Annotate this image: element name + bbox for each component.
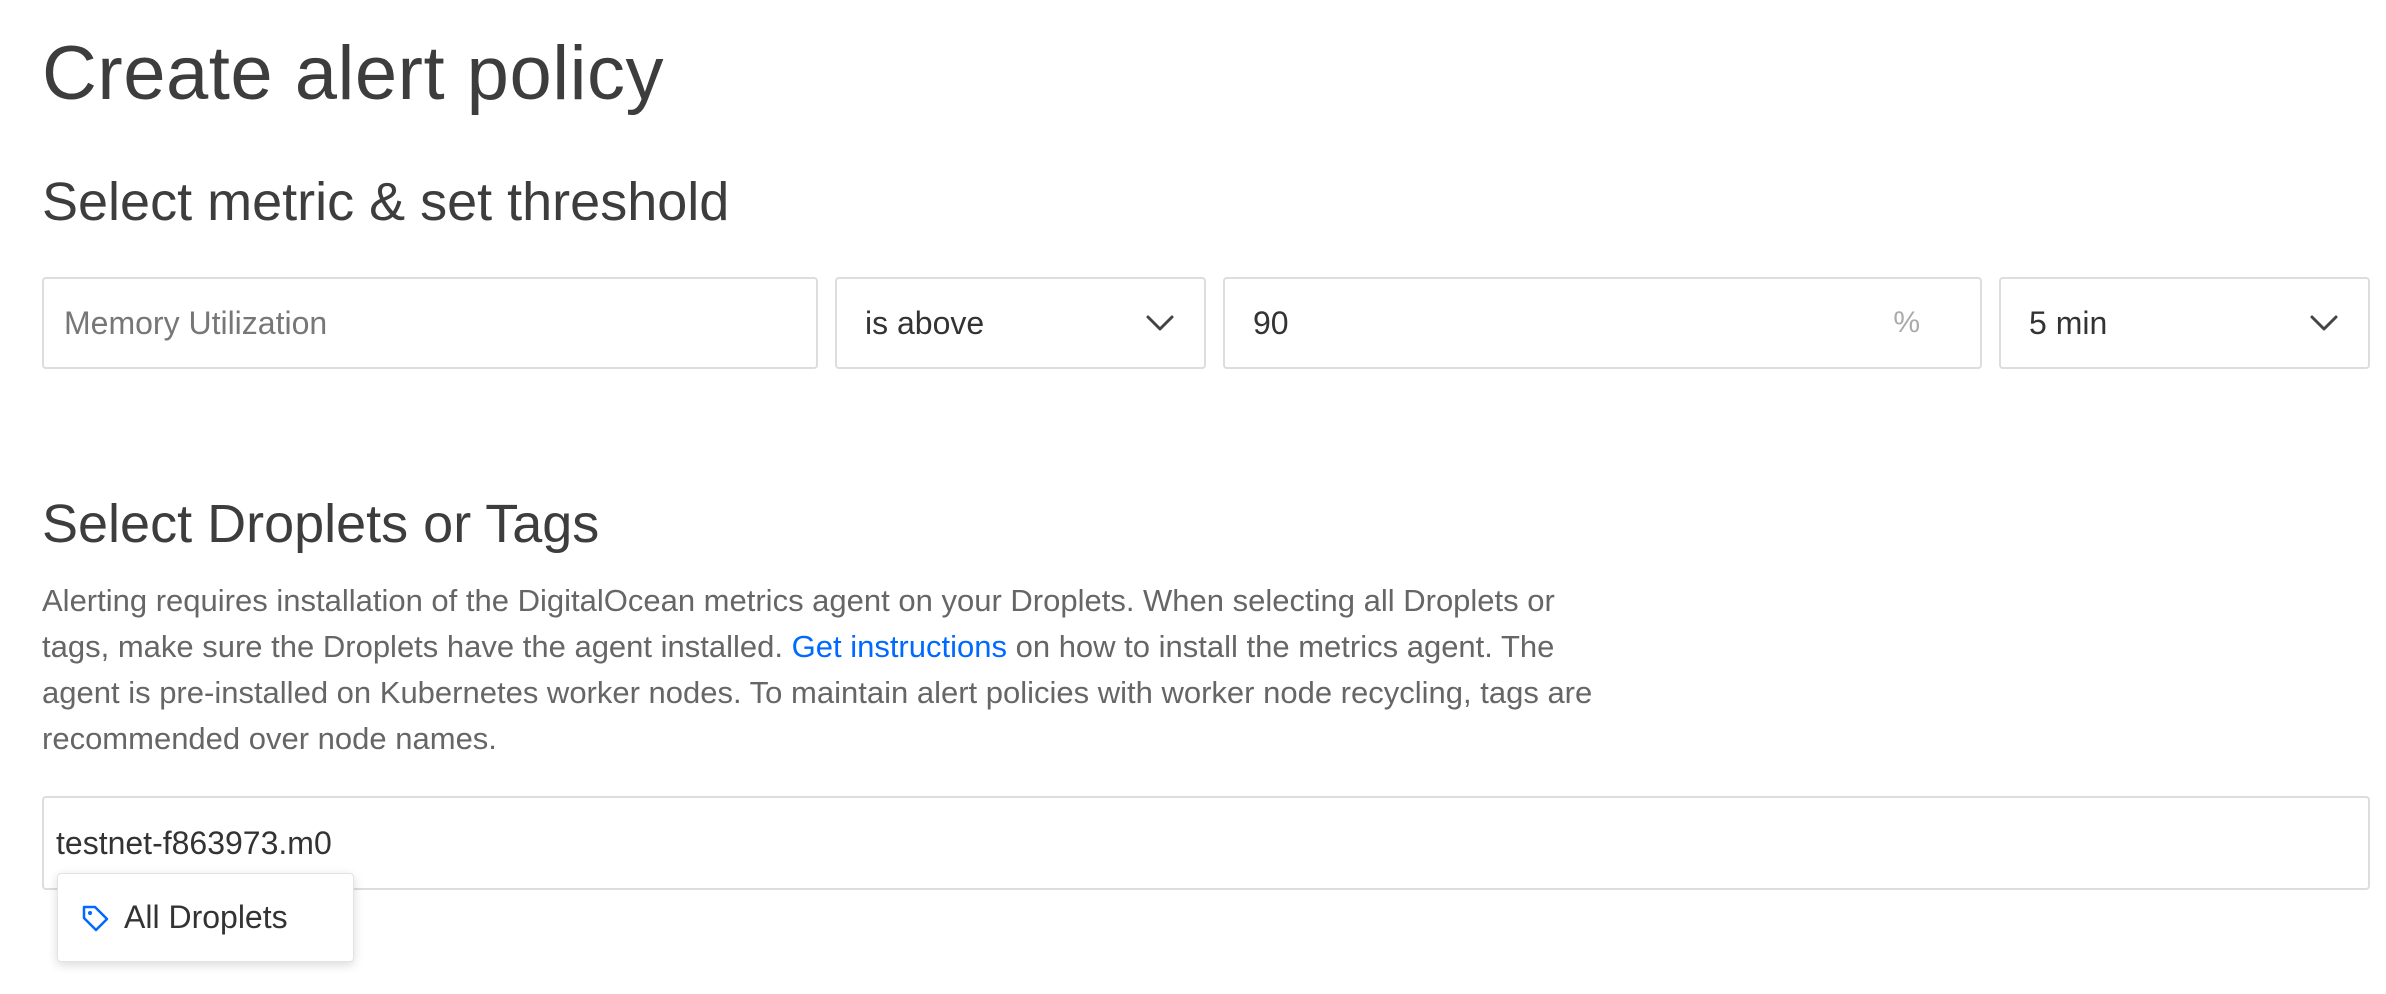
operator-select-value: is above [865,304,985,341]
get-instructions-link[interactable]: Get instructions [792,629,1007,664]
metric-section-title: Select metric & set threshold [42,172,730,232]
tag-icon [82,905,109,931]
window-select[interactable]: 5 min [1999,277,2370,369]
operator-select[interactable]: is above [835,277,1206,369]
droplet-tag-input-value: testnet-f863973.m0 [56,824,332,861]
metric-input-placeholder: Memory Utilization [64,304,328,341]
threshold-input[interactable]: 90 % [1223,277,1982,369]
all-droplets-option[interactable]: All Droplets [124,899,288,936]
threshold-unit: % [1893,306,1920,339]
page-title: Create alert policy [42,31,664,116]
targets-description: Alerting requires installation of the Di… [42,578,1602,762]
droplet-suggestion-dropdown[interactable]: All Droplets [57,873,354,962]
chevron-down-icon [2310,315,2338,331]
threshold-input-value: 90 [1253,304,1289,341]
metric-input[interactable]: Memory Utilization [42,277,818,369]
targets-section-title: Select Droplets or Tags [42,494,600,554]
window-select-value: 5 min [2029,304,2108,341]
chevron-down-icon [1146,315,1174,331]
droplet-tag-input[interactable]: testnet-f863973.m0 [42,796,2370,890]
